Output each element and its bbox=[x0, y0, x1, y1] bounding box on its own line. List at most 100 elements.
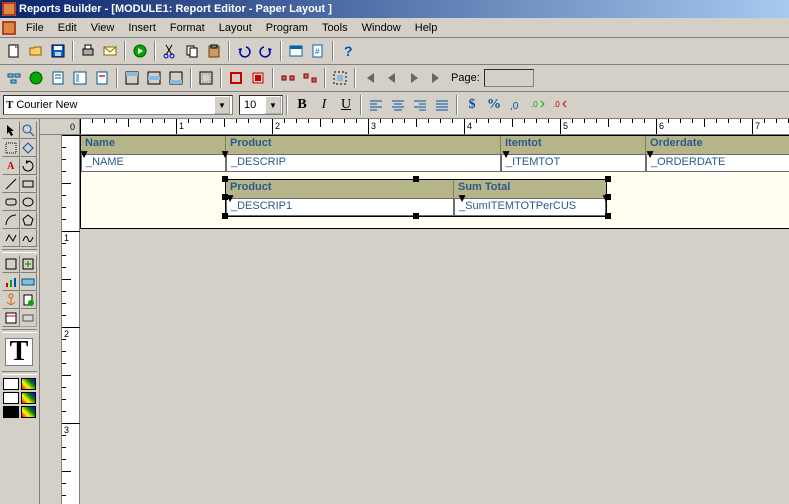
line-palette-button[interactable] bbox=[21, 392, 37, 404]
field-tool[interactable] bbox=[20, 273, 38, 291]
frame-tool[interactable] bbox=[2, 255, 20, 273]
header-section-button[interactable] bbox=[121, 67, 143, 89]
selection-handle[interactable] bbox=[222, 213, 228, 219]
next-page-button[interactable] bbox=[403, 67, 425, 89]
prev-page-button[interactable] bbox=[381, 67, 403, 89]
paper-param-button[interactable] bbox=[91, 67, 113, 89]
flex-on-button[interactable] bbox=[277, 67, 299, 89]
polygon-tool[interactable] bbox=[20, 211, 38, 229]
selection-handle[interactable] bbox=[605, 176, 611, 182]
last-page-button[interactable] bbox=[425, 67, 447, 89]
header-name[interactable]: Name bbox=[81, 136, 226, 154]
magnify-tool[interactable] bbox=[20, 121, 38, 139]
font-size-select[interactable]: 10 bbox=[239, 95, 283, 115]
print-button[interactable] bbox=[77, 40, 99, 62]
horizontal-ruler[interactable]: 1234567 bbox=[80, 119, 789, 135]
field-orderdate[interactable]: _ORDERDATE bbox=[646, 154, 789, 172]
insert-page-button[interactable]: # bbox=[307, 40, 329, 62]
page-input[interactable] bbox=[484, 69, 534, 87]
header-itemtot[interactable]: Itemtot bbox=[501, 136, 646, 154]
open-button[interactable] bbox=[25, 40, 47, 62]
text-color-swatch[interactable] bbox=[3, 406, 19, 418]
margin-button[interactable] bbox=[195, 67, 217, 89]
text-tool[interactable]: A bbox=[2, 157, 20, 175]
reshape-tool[interactable] bbox=[20, 139, 38, 157]
field-sumitemtot[interactable]: _SumITEMTOTPerCUS bbox=[454, 198, 606, 216]
currency-button[interactable]: $ bbox=[461, 94, 483, 116]
bold-button[interactable]: B bbox=[291, 94, 313, 116]
anchor-tool[interactable] bbox=[2, 291, 20, 309]
frame-select-tool[interactable] bbox=[2, 139, 20, 157]
select-parent-button[interactable] bbox=[329, 67, 351, 89]
web-layout-button[interactable] bbox=[25, 67, 47, 89]
rect-tool[interactable] bbox=[20, 175, 38, 193]
menu-tools[interactable]: Tools bbox=[315, 20, 355, 36]
confine-off-button[interactable] bbox=[247, 67, 269, 89]
percent-button[interactable]: % bbox=[483, 94, 505, 116]
menu-format[interactable]: Format bbox=[163, 20, 212, 36]
button-tool[interactable] bbox=[20, 309, 38, 327]
paper-design-button[interactable] bbox=[69, 67, 91, 89]
ellipse-tool[interactable] bbox=[20, 193, 38, 211]
italic-button[interactable]: I bbox=[313, 94, 335, 116]
menu-view[interactable]: View bbox=[84, 20, 122, 36]
field-name[interactable]: _NAME bbox=[81, 154, 226, 172]
trailer-section-button[interactable] bbox=[165, 67, 187, 89]
email-button[interactable] bbox=[99, 40, 121, 62]
menu-edit[interactable]: Edit bbox=[51, 20, 84, 36]
rotate-tool[interactable] bbox=[20, 157, 38, 175]
file-link-tool[interactable] bbox=[20, 291, 38, 309]
report-block-tool[interactable] bbox=[2, 309, 20, 327]
selection-handle[interactable] bbox=[413, 213, 419, 219]
polyline-tool[interactable] bbox=[2, 229, 20, 247]
menu-file[interactable]: File bbox=[19, 20, 51, 36]
round-rect-tool[interactable] bbox=[2, 193, 20, 211]
header-orderdate[interactable]: Orderdate bbox=[646, 136, 789, 154]
arc-tool[interactable] bbox=[2, 211, 20, 229]
header-product[interactable]: Product bbox=[226, 136, 501, 154]
data-model-button[interactable] bbox=[3, 67, 25, 89]
first-page-button[interactable] bbox=[359, 67, 381, 89]
help-button[interactable]: ? bbox=[337, 40, 359, 62]
run-button[interactable] bbox=[129, 40, 151, 62]
selection-handle[interactable] bbox=[605, 213, 611, 219]
fill-palette-button[interactable] bbox=[21, 378, 37, 390]
save-button[interactable] bbox=[47, 40, 69, 62]
undo-button[interactable] bbox=[233, 40, 255, 62]
menu-layout[interactable]: Layout bbox=[212, 20, 259, 36]
copy-button[interactable] bbox=[181, 40, 203, 62]
font-name-select[interactable]: T Courier New bbox=[3, 95, 233, 115]
selection-handle[interactable] bbox=[413, 176, 419, 182]
field-itemtot[interactable]: _ITEMTOT bbox=[501, 154, 646, 172]
selection-handle[interactable] bbox=[222, 176, 228, 182]
paper-layout-button[interactable] bbox=[47, 67, 69, 89]
layout-canvas[interactable]: Name Product Itemtot Orderdate _NAME _DE… bbox=[80, 135, 789, 504]
subheader-sumtotal[interactable]: Sum Total bbox=[454, 180, 606, 198]
field-descrip[interactable]: _DESCRIP bbox=[226, 154, 501, 172]
redo-button[interactable] bbox=[255, 40, 277, 62]
subheader-product[interactable]: Product bbox=[226, 180, 454, 198]
select-tool[interactable] bbox=[2, 121, 20, 139]
vertical-ruler[interactable]: 1234 bbox=[62, 135, 80, 504]
text-palette-button[interactable] bbox=[21, 406, 37, 418]
add-decimal-button[interactable]: .0 bbox=[527, 94, 549, 116]
thousands-button[interactable]: ,0 bbox=[505, 94, 527, 116]
align-left-button[interactable] bbox=[365, 94, 387, 116]
flex-off-button[interactable] bbox=[299, 67, 321, 89]
insert-date-button[interactable] bbox=[285, 40, 307, 62]
menu-insert[interactable]: Insert bbox=[121, 20, 163, 36]
fill-color-swatch[interactable] bbox=[3, 378, 19, 390]
menu-window[interactable]: Window bbox=[355, 20, 408, 36]
align-justify-button[interactable] bbox=[431, 94, 453, 116]
underline-button[interactable]: U bbox=[335, 94, 357, 116]
line-color-swatch[interactable] bbox=[3, 392, 19, 404]
summary-frame[interactable]: Product Sum Total _DESCRIP1 _SumITEMTOTP… bbox=[225, 179, 607, 217]
confine-on-button[interactable] bbox=[225, 67, 247, 89]
freehand-tool[interactable] bbox=[20, 229, 38, 247]
menu-program[interactable]: Program bbox=[259, 20, 315, 36]
main-section-button[interactable] bbox=[143, 67, 165, 89]
remove-decimal-button[interactable]: .0 bbox=[549, 94, 571, 116]
paste-button[interactable] bbox=[203, 40, 225, 62]
menu-help[interactable]: Help bbox=[408, 20, 445, 36]
repeating-frame-tool[interactable] bbox=[20, 255, 38, 273]
